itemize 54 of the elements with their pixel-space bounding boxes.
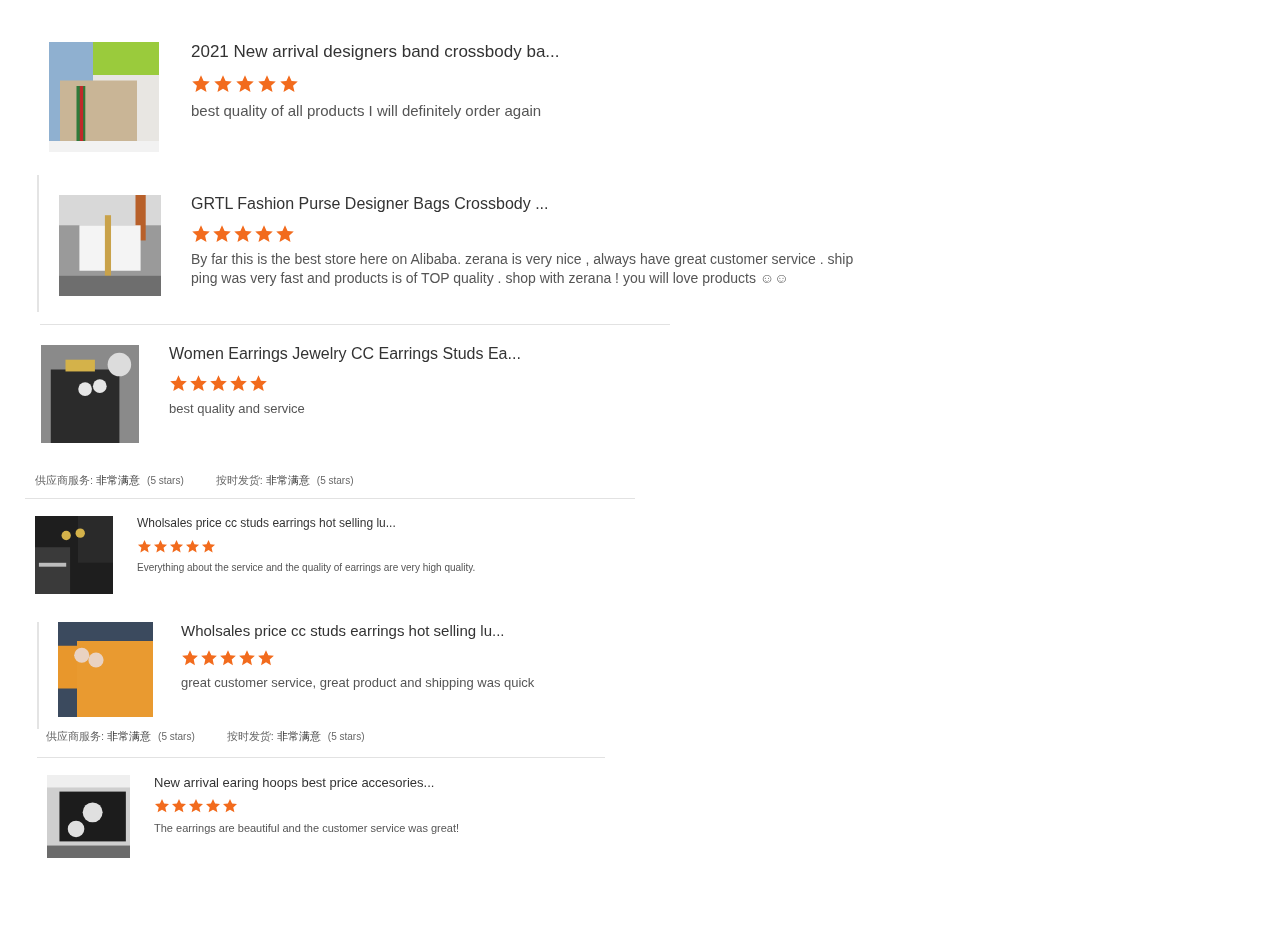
product-title[interactable]: GRTL Fashion Purse Designer Bags Crossbody ... [191,195,871,213]
star-icon [137,539,152,554]
rating-note: (5 stars) [316,475,354,486]
star-icon [257,649,275,667]
review-text: By far this is the best store here on Alibaba. zerana is very nice , always have great customer service . ship ping was very fast and products is of TOP quality . shop with zerana ! you will love products ☺☺ [191,250,855,288]
star-icon [185,539,200,554]
star-icon [235,74,255,94]
star-icon [249,374,268,393]
star-icon [191,74,211,94]
star-icon [219,649,237,667]
rating-note: (5 stars) [327,731,365,742]
star-icon [171,798,187,814]
star-icon [181,649,199,667]
rating-value: 非常满意 [96,473,141,488]
star-icon [169,539,184,554]
star-icon [200,649,218,667]
rating-label: 供应商服务: [46,729,105,744]
star-icon [238,649,256,667]
rating-label: 按时发货: [226,729,274,744]
review-text: best quality and service [169,401,306,416]
rating-note: (5 stars) [147,475,184,486]
star-icon [209,374,228,393]
rating-value: 非常满意 [276,729,321,744]
star-icon [153,539,168,554]
star-icon [279,74,299,94]
product-title[interactable]: 2021 New arrival designers band crossbody ba... [191,42,560,62]
star-icon [188,798,204,814]
rating-value: 非常满意 [265,473,310,488]
star-icon [254,224,274,244]
star-icon [169,374,188,393]
star-icon [229,374,248,393]
rating-label: 按时发货: [215,473,263,488]
star-icon [257,74,277,94]
star-icon [212,224,232,244]
star-icon [191,224,211,244]
product-title[interactable]: Wholsales price cc studs earrings hot selling lu... [181,622,535,639]
star-icon [233,224,253,244]
review-text: great customer service, great product and shipping was quick [181,675,535,690]
product-title[interactable]: Wholsales price cc studs earrings hot selling lu... [137,516,476,530]
review-text: best quality of all products I will definitely order again [191,102,543,119]
star-icon [222,798,238,814]
star-icon [201,539,216,554]
product-title[interactable]: New arrival earing hoops best price accesories... [154,775,460,790]
star-icon [205,798,221,814]
rating-note: (5 stars) [158,731,195,742]
star-icon [275,224,295,244]
rating-label: 供应商服务: [35,473,94,488]
star-icon [154,798,170,814]
star-icon [189,374,208,393]
product-title[interactable]: Women Earrings Jewelry CC Earrings Studs Ea... [169,345,521,363]
star-icon [213,74,233,94]
review-text: Everything about the service and the quality of earrings are very high quality. [137,562,476,573]
review-text: The earrings are beautiful and the customer service was great! [154,822,460,834]
rating-value: 非常满意 [107,729,152,744]
